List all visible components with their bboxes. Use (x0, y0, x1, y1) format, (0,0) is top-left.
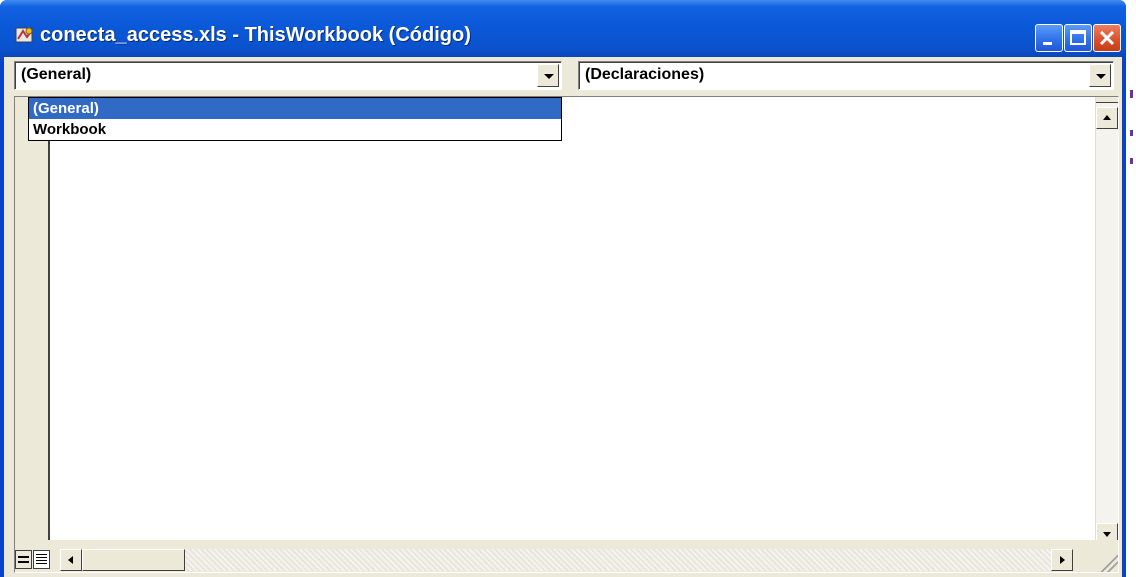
margin-indicator-bar[interactable] (15, 97, 50, 540)
arrow-right-icon (1060, 556, 1065, 564)
code-window-client: (General) (Declaraciones) (General) Work… (4, 57, 1122, 577)
dropdown-item-general[interactable]: (General) (29, 98, 561, 119)
procedure-combo[interactable]: (Declaraciones) (578, 61, 1114, 90)
edge-mark (1130, 130, 1133, 136)
arrow-down-icon (1103, 532, 1111, 537)
minimize-button[interactable] (1035, 24, 1063, 52)
object-combo-value: (General) (21, 66, 92, 83)
background-window-edge (1126, 90, 1136, 190)
dropdown-item-workbook[interactable]: Workbook (29, 119, 561, 140)
vba-module-icon (15, 27, 33, 43)
object-dropdown-list[interactable]: (General) Workbook (28, 97, 562, 141)
chevron-down-icon (544, 74, 554, 79)
vertical-scrollbar[interactable] (1095, 97, 1118, 550)
resize-grip-icon[interactable] (1096, 550, 1118, 572)
procedure-combo-dropdown-button[interactable] (1089, 64, 1111, 87)
chevron-down-icon (1096, 74, 1106, 79)
arrow-left-icon (68, 556, 73, 564)
code-editor[interactable] (50, 97, 1100, 540)
procedure-combo-value: (Declaraciones) (585, 66, 705, 83)
code-window: conecta_access.xls - ThisWorkbook (Códig… (0, 0, 1126, 577)
title-bar[interactable]: conecta_access.xls - ThisWorkbook (Códig… (0, 0, 1126, 57)
horizontal-scrollbar[interactable] (60, 549, 1073, 571)
object-combo-dropdown-button[interactable] (537, 64, 559, 87)
code-editor-frame (14, 96, 1119, 573)
horizontal-scroll-thumb[interactable] (82, 549, 185, 571)
full-module-view-icon (36, 554, 47, 564)
edge-mark (1130, 90, 1133, 98)
full-module-view-button[interactable] (33, 550, 50, 569)
procedure-view-button[interactable] (15, 550, 32, 569)
close-button[interactable] (1093, 24, 1121, 52)
close-icon (1099, 30, 1115, 46)
split-bar[interactable] (1096, 97, 1118, 103)
arrow-up-icon (1103, 115, 1111, 120)
scroll-up-button[interactable] (1096, 107, 1118, 129)
bottom-bar (15, 540, 1118, 572)
maximize-button[interactable] (1064, 24, 1092, 52)
scroll-left-button[interactable] (60, 549, 82, 571)
window-title: conecta_access.xls - ThisWorkbook (Códig… (40, 24, 471, 46)
scroll-right-button[interactable] (1051, 549, 1073, 571)
edge-mark (1130, 158, 1133, 164)
maximize-icon (1070, 30, 1086, 45)
procedure-view-icon (18, 556, 29, 563)
object-combo[interactable]: (General) (14, 61, 562, 90)
minimize-icon (1043, 42, 1052, 45)
